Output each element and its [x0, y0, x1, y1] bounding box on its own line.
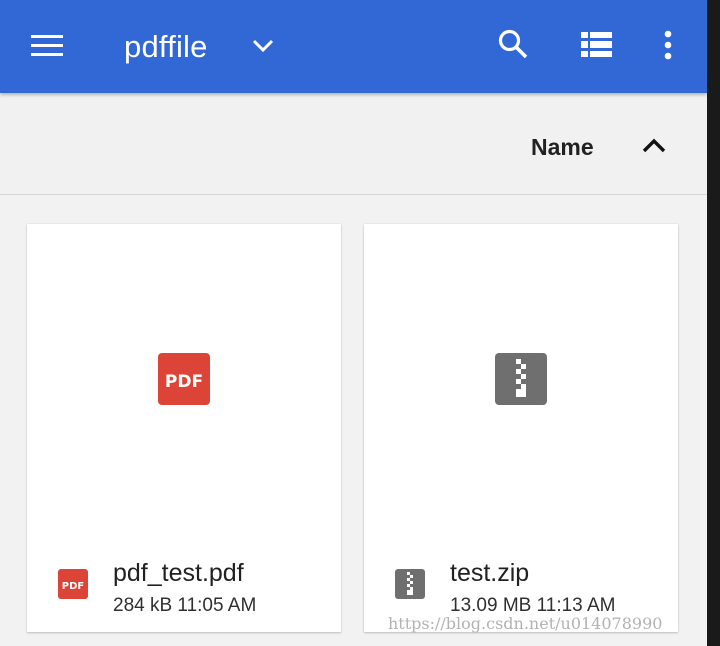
- more-vert-icon: [664, 30, 672, 60]
- chevron-up-icon: [642, 138, 666, 153]
- sort-by-name-label[interactable]: Name: [531, 132, 594, 162]
- app-bar: pdffile: [0, 0, 707, 93]
- file-name: test.zip: [450, 559, 530, 587]
- file-meta: 284 kB 11:05 AM: [113, 595, 257, 616]
- svg-text:PDF: PDF: [165, 372, 203, 392]
- menu-icon: [31, 35, 63, 56]
- file-browser-screen: pdffile Name PDF PDF pdf_test.pdf 284 kB…: [0, 0, 707, 646]
- file-name: pdf_test.pdf: [113, 559, 244, 587]
- svg-text:PDF: PDF: [62, 581, 84, 592]
- file-card-zip[interactable]: test.zip 13.09 MB 11:13 AM: [364, 224, 678, 632]
- search-button[interactable]: [489, 20, 537, 68]
- watermark-text: https://blog.csdn.net/u014078990: [388, 614, 663, 633]
- sort-direction-button[interactable]: [638, 130, 670, 162]
- page-title: pdffile: [124, 29, 208, 64]
- search-icon: [498, 29, 528, 59]
- list-view-icon: [581, 32, 612, 57]
- list-view-button[interactable]: [573, 21, 621, 69]
- file-thumbnail: PDF: [27, 224, 341, 534]
- zip-file-icon: [395, 569, 425, 599]
- screen-edge: [707, 0, 720, 646]
- menu-button[interactable]: [24, 22, 72, 70]
- more-options-button[interactable]: [644, 21, 692, 69]
- file-thumbnail: [364, 224, 678, 534]
- pdf-file-icon: PDF: [58, 569, 88, 599]
- chevron-down-icon: [252, 39, 274, 53]
- sort-bar: [0, 93, 707, 195]
- pdf-file-icon: PDF: [158, 353, 210, 405]
- zip-file-icon: [495, 353, 547, 405]
- file-card-pdf[interactable]: PDF PDF pdf_test.pdf 284 kB 11:05 AM: [27, 224, 341, 632]
- folder-dropdown-button[interactable]: [239, 22, 287, 70]
